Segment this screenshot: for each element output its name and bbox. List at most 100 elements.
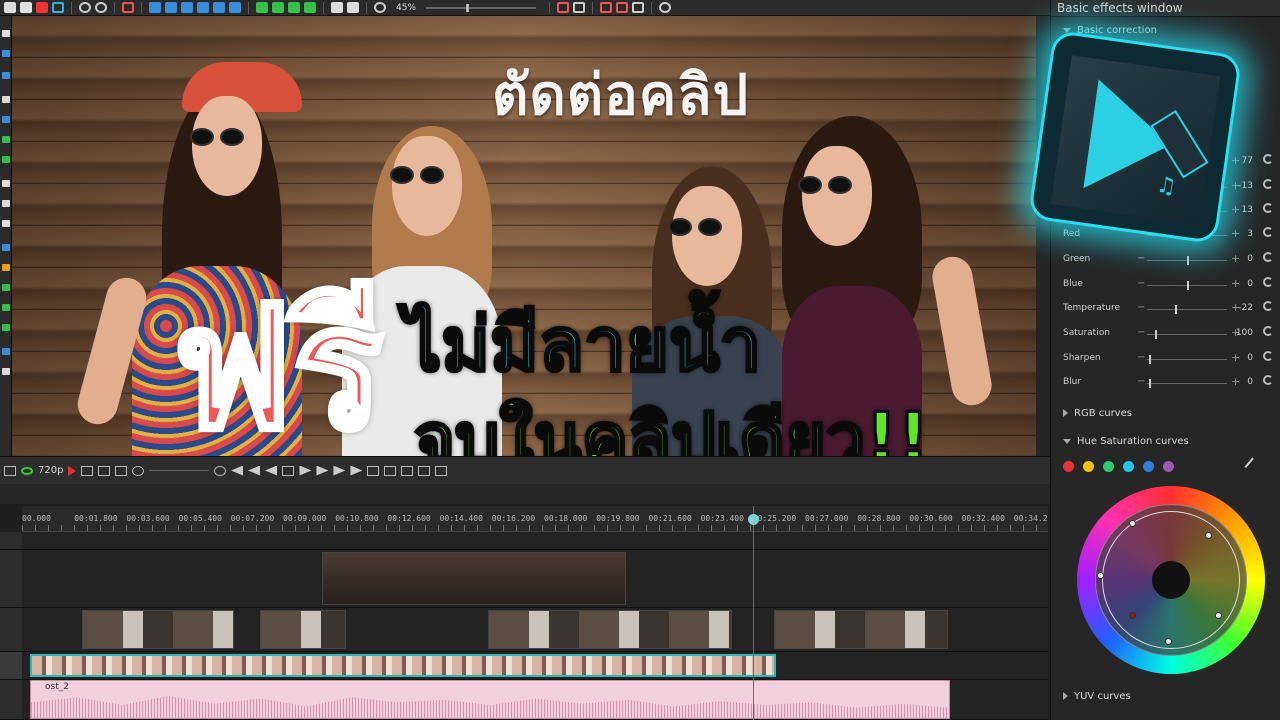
go-start-icon[interactable] — [231, 466, 243, 476]
row-value[interactable]: -13 — [1235, 181, 1253, 191]
reset-icon[interactable] — [1263, 179, 1273, 189]
record-icon[interactable] — [68, 465, 77, 476]
loop-icon[interactable] — [98, 465, 111, 476]
slider-knob[interactable] — [1175, 305, 1177, 314]
align-left-icon[interactable] — [149, 2, 161, 13]
go-end-icon[interactable] — [350, 465, 363, 476]
zoom-slider[interactable] — [426, 3, 537, 12]
video-clip[interactable] — [82, 610, 234, 649]
video-clip[interactable] — [488, 610, 732, 649]
volume-icon[interactable] — [132, 465, 145, 476]
decrease-button[interactable]: − — [1137, 327, 1145, 338]
curve-point[interactable] — [1205, 532, 1212, 539]
preview-eye-icon[interactable] — [21, 466, 33, 475]
fit-icon[interactable] — [557, 2, 570, 13]
curve-point[interactable] — [1129, 520, 1136, 527]
row-value[interactable]: 100 — [1235, 328, 1253, 338]
more-tools-icon[interactable] — [2, 348, 10, 355]
audio-track[interactable]: ost_2 — [22, 680, 1048, 720]
correction-row[interactable]: Saturation − +100 — [1063, 326, 1275, 341]
reset-icon[interactable] — [1263, 375, 1273, 385]
ellipse-icon[interactable] — [2, 136, 10, 143]
time-ruler[interactable]: 00.000 00:01.800 00:03.600 00:05.400 00:07.2… — [22, 506, 1048, 532]
audio-effects-icon[interactable] — [2, 324, 10, 331]
bring-front-icon[interactable] — [288, 2, 300, 13]
video-track-1[interactable] — [22, 550, 1048, 608]
slider-knob[interactable] — [1148, 355, 1151, 364]
align-center-icon[interactable] — [165, 2, 177, 13]
step-back-icon[interactable] — [265, 466, 277, 476]
zoom-out-icon[interactable] — [418, 465, 431, 476]
reset-icon[interactable] — [1263, 227, 1273, 237]
row-value[interactable]: 3 — [1235, 229, 1253, 239]
correction-row[interactable]: Sharpen − +0 — [1063, 351, 1275, 366]
send-back-icon[interactable] — [304, 2, 316, 13]
fit-view-icon[interactable] — [4, 465, 16, 476]
reset-icon[interactable] — [1263, 326, 1273, 336]
step-forward-icon[interactable] — [316, 465, 329, 476]
track-header[interactable] — [0, 532, 22, 550]
align-top-icon[interactable] — [197, 2, 209, 13]
reset-icon[interactable] — [1263, 277, 1273, 287]
video-track-2[interactable] — [22, 608, 1048, 652]
slider-knob[interactable] — [1187, 281, 1189, 290]
pointer-icon[interactable] — [2, 30, 10, 37]
track-header[interactable] — [0, 652, 22, 680]
value-slider[interactable] — [1147, 334, 1227, 335]
slider-knob[interactable] — [1187, 256, 1189, 265]
zoom-slider-knob[interactable] — [466, 3, 470, 12]
timeline-options-icon[interactable] — [435, 465, 448, 476]
new-icon[interactable] — [20, 2, 32, 13]
settings-icon[interactable] — [659, 2, 672, 13]
correction-row[interactable]: Blur − +0 — [1063, 375, 1275, 390]
color-swatch[interactable] — [1083, 461, 1094, 472]
video-clip[interactable] — [260, 610, 346, 649]
track-empty[interactable] — [22, 532, 1048, 550]
chart-icon[interactable] — [2, 244, 10, 251]
line-icon[interactable] — [2, 96, 10, 103]
align-middle-icon[interactable] — [213, 2, 225, 13]
text-icon[interactable] — [2, 180, 10, 187]
marker-icon[interactable] — [384, 465, 397, 476]
decrease-button[interactable]: − — [1137, 302, 1145, 313]
text-object-icon[interactable] — [2, 72, 10, 79]
ungroup-icon[interactable] — [347, 2, 359, 13]
group-icon[interactable] — [331, 2, 343, 13]
curve-point[interactable] — [1215, 612, 1222, 619]
video-clip[interactable] — [322, 552, 626, 605]
track-header[interactable] — [0, 550, 22, 608]
zoom-icon[interactable] — [374, 2, 386, 13]
snapshot-icon[interactable] — [81, 465, 94, 476]
color-swatch[interactable] — [1103, 461, 1114, 472]
correction-row[interactable]: Green − +0 — [1063, 252, 1275, 267]
value-slider[interactable] — [1147, 359, 1227, 360]
transition-icon[interactable] — [2, 304, 10, 311]
circle-icon[interactable] — [52, 2, 64, 13]
play-icon[interactable] — [299, 465, 312, 476]
value-slider[interactable] — [1147, 309, 1227, 310]
decrease-button[interactable]: − — [1137, 253, 1145, 264]
eyedropper-icon[interactable] — [1244, 457, 1262, 475]
track-header[interactable] — [0, 680, 22, 720]
correction-row[interactable]: Blue − +0 — [1063, 277, 1275, 292]
stop-icon[interactable] — [282, 465, 295, 476]
crop-icon[interactable] — [122, 2, 134, 13]
reset-icon[interactable] — [1263, 252, 1273, 262]
sprite-icon[interactable] — [2, 220, 10, 227]
hue-saturation-section[interactable]: Hue Saturation curves — [1063, 436, 1189, 447]
color-swatch[interactable] — [1063, 461, 1074, 472]
reset-icon[interactable] — [1263, 351, 1273, 361]
layout-icon[interactable] — [632, 2, 645, 13]
move-icon[interactable] — [2, 368, 10, 375]
zoom-in-icon[interactable] — [401, 465, 414, 476]
video-clip[interactable] — [774, 610, 948, 649]
repeat-icon[interactable] — [115, 465, 128, 476]
cut-icon[interactable] — [4, 2, 16, 13]
subtitle-icon[interactable] — [2, 200, 10, 207]
undo-icon[interactable] — [79, 2, 91, 13]
correction-row[interactable]: Temperature − + -22 — [1063, 301, 1275, 316]
move-up-icon[interactable] — [256, 2, 268, 13]
effects-track[interactable] — [22, 652, 1048, 680]
animation-icon[interactable] — [2, 264, 10, 271]
align-right-icon[interactable] — [181, 2, 193, 13]
